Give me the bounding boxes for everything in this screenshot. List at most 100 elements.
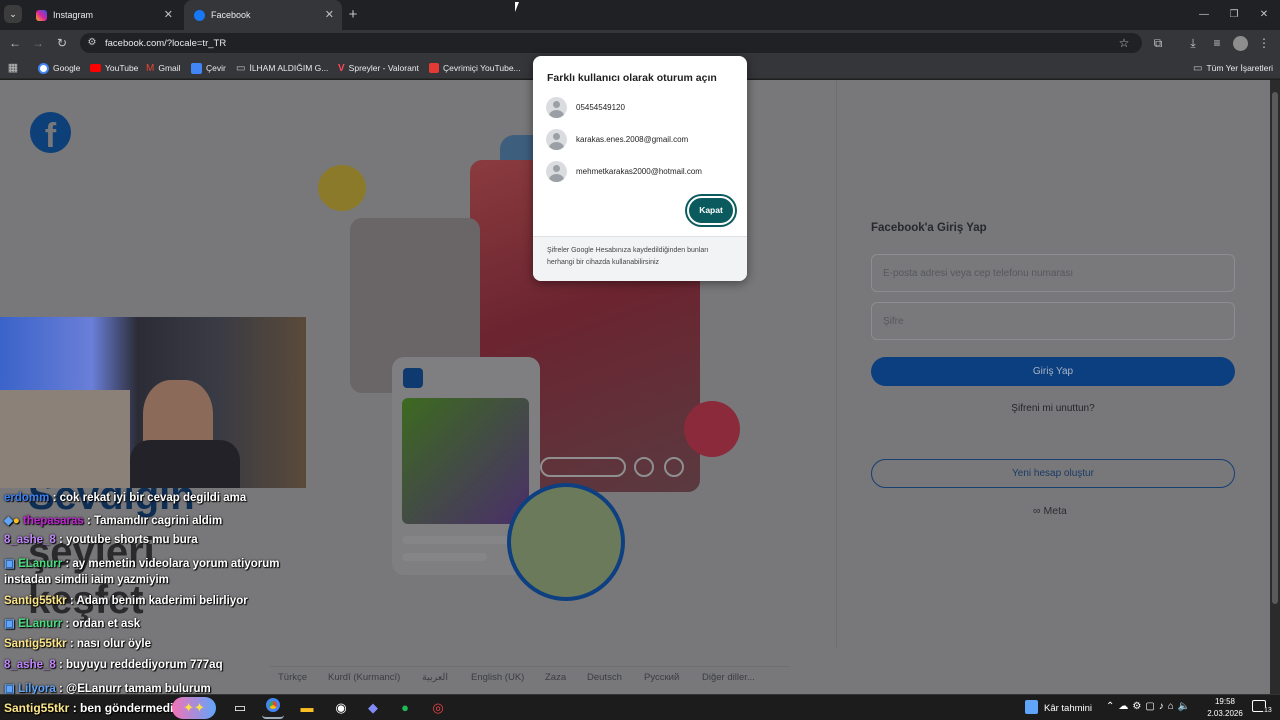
laughing-emoji-icon (318, 165, 366, 211)
chat-text: : cok rekat iyi bir cevap degildi ama (52, 492, 247, 504)
back-arrow-icon[interactable]: ← (5, 33, 25, 53)
saved-account-row[interactable]: 05454549120 (546, 96, 625, 118)
account-avatar-icon (546, 160, 567, 182)
profile-bubble-photo (507, 483, 625, 601)
popup-title: Farklı kullanıcı olarak oturum açın (547, 72, 717, 84)
discord-icon[interactable]: ◆ (362, 697, 384, 719)
language-link[interactable]: العربية (422, 672, 448, 683)
spotify-icon[interactable]: ● (394, 697, 416, 719)
close-tab-icon[interactable]: ✕ (325, 8, 334, 21)
chat-username: ELanurr (18, 618, 63, 630)
bookmark-youtube-converter[interactable]: Çevrimiçi YouTube... (429, 59, 521, 77)
bookmark-label: İLHAM ALDIĞIM G... (249, 63, 329, 73)
system-tray-icons[interactable]: ⌃☁⚙▢♪⌂🔈 (1106, 701, 1194, 712)
bookmark-star-icon[interactable]: ☆ (1114, 33, 1134, 53)
tab-facebook[interactable]: Facebook ✕ (184, 0, 342, 30)
weather-text[interactable]: Kâr tahmini (1044, 703, 1092, 714)
obs-icon[interactable]: ◎ (427, 697, 449, 719)
bookmark-folder-ilham[interactable]: ▭ İLHAM ALDIĞIM G... (236, 59, 328, 77)
bookmark-label: Çevir (206, 63, 226, 73)
media-icon[interactable]: ≡ (1207, 33, 1227, 53)
facebook-logo-icon[interactable]: f (30, 112, 71, 153)
all-bookmarks[interactable]: ▭ Tüm Yer İşaretleri (1193, 59, 1273, 77)
account-username: karakas.enes.2008@gmail.com (576, 134, 689, 144)
saved-account-row[interactable]: karakas.enes.2008@gmail.com (546, 128, 688, 150)
menu-kebab-icon[interactable]: ⋮ (1256, 33, 1272, 53)
extensions-icon[interactable]: ⧉ (1148, 33, 1168, 53)
language-link[interactable]: Deutsch (587, 672, 622, 683)
chat-text: : ay memetin videolara yorum atiyorum (65, 558, 280, 570)
chat-badge-icon: ● (12, 515, 20, 527)
chat-message: Santig55tkr : ben göndermedim (4, 701, 184, 715)
copilot-sparkle-icon[interactable]: ✦✦ (172, 697, 216, 719)
tab-search-button[interactable]: ⌄ (4, 5, 22, 23)
password-field[interactable]: Şifre (871, 302, 1235, 340)
chat-text: : buyuyu reddediyorum 777aq (59, 659, 223, 671)
email-field[interactable]: E-posta adresi veya cep telefonu numaras… (871, 254, 1235, 292)
bookmark-label: YouTube (105, 63, 139, 73)
forward-arrow-icon[interactable]: → (28, 33, 48, 53)
chat-message: 8_ashe_8 : youtube shorts mu bura (4, 534, 198, 546)
chat-message: erdomm : cok rekat iyi bir cevap degildi… (4, 492, 246, 504)
notification-badge: 13 (1263, 707, 1273, 714)
app-icon[interactable]: ◉ (330, 697, 352, 719)
weather-icon (1025, 700, 1038, 714)
bookmark-google[interactable]: Google (38, 59, 80, 77)
clock-time[interactable]: 19:58 (1204, 697, 1246, 706)
footer-divider (270, 666, 790, 667)
bookmark-label: Gmail (158, 63, 181, 73)
language-link[interactable]: Kurdî (Kurmancî) (328, 672, 400, 683)
new-tab-icon[interactable]: + (344, 5, 362, 25)
card-placeholder-line (402, 536, 512, 544)
login-title: Facebook'a Giriş Yap (871, 222, 987, 234)
chat-text: : nası olur öyle (69, 638, 152, 650)
instagram-icon (36, 9, 47, 21)
close-tab-icon[interactable]: ✕ (164, 8, 173, 21)
language-link[interactable]: Zaza (545, 672, 566, 683)
facebook-icon (194, 9, 205, 21)
webcam-person-body (130, 440, 240, 488)
bookmark-label: Google (53, 63, 81, 73)
login-button[interactable]: Giriş Yap (871, 357, 1235, 386)
saved-account-row[interactable]: mehmetkarakas2000@hotmail.com (546, 160, 702, 182)
download-icon[interactable]: ⤓ (1183, 33, 1203, 53)
clock-date[interactable]: 2.03.2026 (1204, 709, 1246, 718)
heart-reaction-icon (684, 401, 740, 457)
chat-message: instadan simdii iaim yazmiyim (4, 574, 169, 586)
file-explorer-icon[interactable]: ▬ (296, 697, 318, 719)
language-link[interactable]: Diğer diller... (702, 672, 755, 683)
close-window-icon[interactable]: ✕ (1253, 5, 1275, 25)
scrollbar-thumb[interactable] (1272, 92, 1278, 604)
bookmark-valorant[interactable]: V Spreyler - Valorant (338, 59, 419, 77)
popup-footer-text: Şifreler Google Hesabınıza kaydedildiğin… (547, 247, 709, 266)
language-link[interactable]: English (UK) (471, 672, 524, 683)
restore-icon[interactable]: ❐ (1223, 5, 1245, 25)
meta-infinity-icon: ∞ (1033, 505, 1041, 517)
chat-badge-icon: ▣ (4, 618, 15, 630)
chat-username: 8_ashe_8 (4, 534, 56, 546)
bookmark-gmail[interactable]: M Gmail (146, 59, 181, 77)
bookmark-youtube[interactable]: YouTube (90, 59, 138, 77)
reload-icon[interactable]: ↻ (52, 33, 72, 53)
forgot-password-link[interactable]: Şifreni mi unuttun? (871, 403, 1235, 414)
create-account-button[interactable]: Yeni hesap oluştur (871, 459, 1235, 488)
language-link[interactable]: Русский (644, 672, 679, 683)
meta-label: Meta (1043, 505, 1067, 517)
chrome-taskbar-icon[interactable] (262, 697, 284, 719)
address-bar[interactable] (80, 33, 1142, 53)
folder-icon: ▭ (236, 62, 246, 74)
profile-avatar[interactable] (1233, 36, 1248, 51)
chat-message: ▣ Lilyora : @ELanurr tamam bulurum (4, 681, 211, 695)
minimize-icon[interactable]: — (1193, 5, 1215, 25)
url-text: facebook.com/?locale=tr_TR (105, 38, 227, 49)
task-view-icon[interactable]: ▭ (229, 697, 251, 719)
tab-instagram[interactable]: Instagram ✕ (26, 0, 181, 30)
language-link[interactable]: Türkçe (278, 672, 307, 683)
webcam-couch (0, 390, 130, 488)
card-placeholder-line (402, 553, 487, 561)
meta-logo[interactable]: ∞ Meta (1033, 505, 1067, 517)
bookmark-translate[interactable]: Çevir (191, 59, 226, 77)
site-info-icon[interactable]: ⚙ (84, 33, 100, 53)
apps-grid-icon[interactable]: ▦ (5, 58, 21, 78)
close-popup-button[interactable]: Kapat (687, 196, 735, 225)
